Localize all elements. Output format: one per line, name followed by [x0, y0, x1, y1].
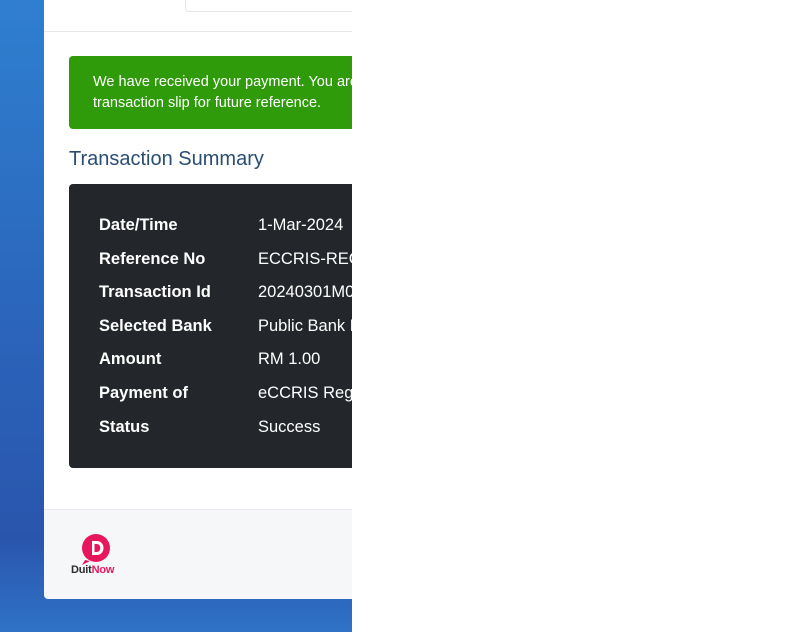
duitnow-wordmark: DuitNow: [71, 564, 114, 576]
row-value: Success: [258, 417, 321, 436]
row-value: RM 1.00: [258, 350, 321, 369]
row-label: Transaction Id: [99, 283, 211, 302]
row-label: Selected Bank: [99, 316, 212, 335]
summary-row-status: Status Success: [69, 414, 352, 448]
logo-duit-text: Duit: [71, 564, 92, 576]
row-label: Payment of: [99, 383, 188, 402]
transaction-summary-title: Transaction Summary: [69, 148, 264, 170]
row-label: Reference No: [99, 249, 206, 268]
duitnow-logo-icon: [82, 534, 110, 565]
summary-row-reference: Reference No ECCRIS-REG: [69, 246, 352, 280]
header-field: [185, 0, 352, 12]
success-alert: We have received your payment. You are t…: [69, 56, 352, 129]
row-label: Amount: [99, 350, 162, 369]
transaction-summary-table: Date/Time 1-Mar-2024 Reference No ECCRIS…: [69, 184, 352, 468]
card-header: [44, 0, 352, 32]
row-value: Public Bank B: [258, 316, 352, 335]
summary-row-payment-of: Payment of eCCRIS Regi: [69, 380, 352, 414]
summary-row-transaction-id: Transaction Id 20240301M0: [69, 279, 352, 313]
page-background: We have received your payment. You are t…: [0, 0, 352, 632]
blank-area: [352, 0, 785, 632]
row-value: eCCRIS Regi: [258, 383, 352, 402]
row-value: 1-Mar-2024: [258, 216, 344, 234]
duitnow-logo: DuitNow: [71, 533, 123, 579]
row-value: 20240301M0: [258, 283, 352, 302]
alert-line-1: We have received your payment. You are: [93, 74, 352, 90]
summary-row-datetime: Date/Time 1-Mar-2024: [69, 212, 352, 246]
summary-row-amount: Amount RM 1.00: [69, 346, 352, 380]
row-value: ECCRIS-REG: [258, 249, 352, 268]
row-label: Date/Time: [99, 216, 178, 234]
row-label: Status: [99, 417, 150, 436]
logo-now-text: Now: [91, 564, 115, 576]
alert-line-2: transaction slip for future reference.: [93, 95, 322, 111]
card-footer: DuitNow: [44, 509, 352, 599]
payment-card: We have received your payment. You are t…: [44, 0, 352, 599]
summary-row-bank: Selected Bank Public Bank B: [69, 313, 352, 347]
